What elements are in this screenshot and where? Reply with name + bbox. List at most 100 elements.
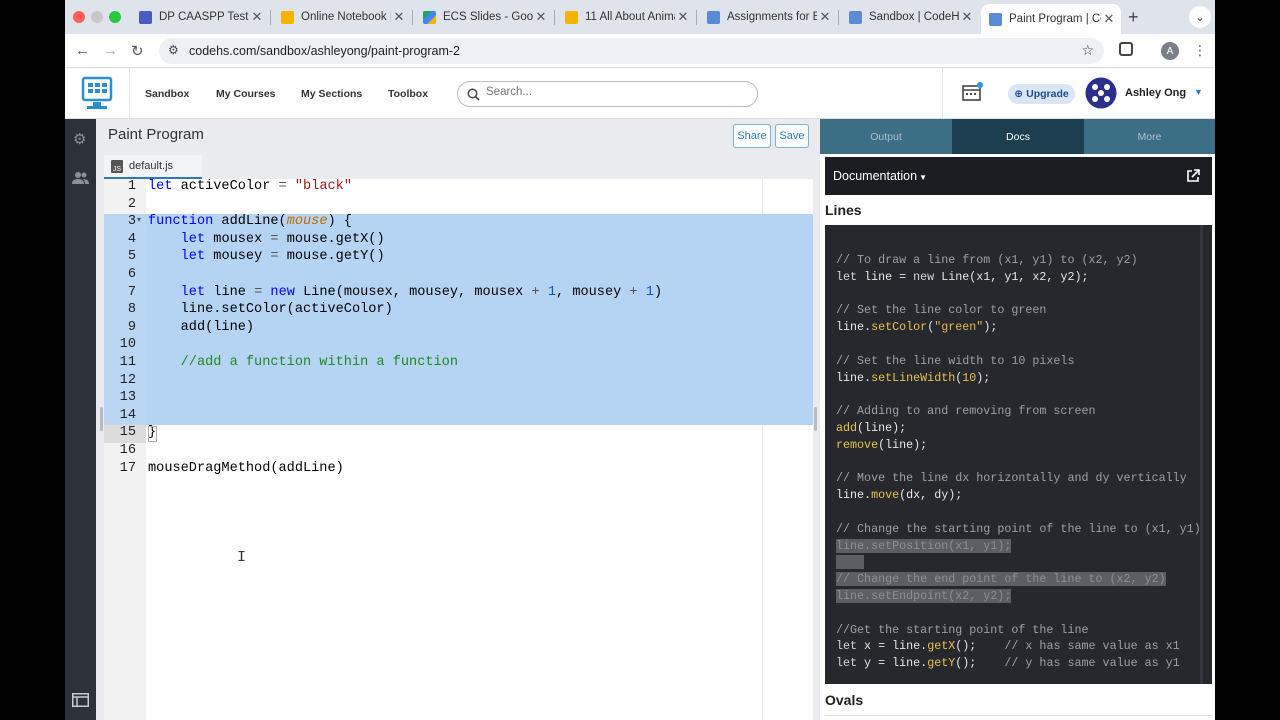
browser-tab[interactable]: DP CAASPP Testin ✕: [131, 5, 269, 29]
forward-arrow-icon[interactable]: →: [103, 42, 118, 59]
tab-divider: [554, 10, 555, 25]
tab-search-chevron-icon[interactable]: ⌄: [1189, 6, 1211, 28]
code-line: add(line): [148, 319, 255, 335]
right-panel: Output Docs More Documentation ▼ Lines //…: [820, 119, 1215, 720]
address-toolbar: ← → ↻ ⚙ codehs.com/sandbox/ashleyong/pai…: [65, 34, 1215, 68]
snippet-line: //Get the starting point of the line: [836, 622, 1089, 637]
line-number: 10: [119, 337, 136, 353]
tab-favicon-icon: [989, 12, 1002, 26]
tab-title: Online Notebook |: [301, 11, 391, 23]
browser-tab[interactable]: Sandbox | CodeHS ✕: [841, 5, 979, 29]
tab-docs[interactable]: Docs: [952, 119, 1084, 154]
external-link-icon[interactable]: [1186, 169, 1200, 183]
line-number: 11: [119, 355, 136, 370]
close-tab-icon[interactable]: ✕: [817, 9, 833, 25]
line-number: 9: [127, 319, 136, 335]
nav-my-sections[interactable]: My Sections: [301, 88, 362, 100]
snippet-line: // Adding to and removing from screen: [836, 404, 1096, 419]
snippet-line: let y = line.getY(); // y has same value…: [836, 656, 1180, 671]
site-settings-icon[interactable]: ⚙: [168, 43, 179, 57]
dropdown-caret-icon: ▼: [919, 173, 927, 182]
snippet-line: add(line);: [836, 421, 907, 435]
search-box[interactable]: [457, 81, 758, 107]
tab-favicon-icon: [707, 10, 720, 24]
close-window-dot[interactable]: [73, 11, 85, 23]
browser-tab-active[interactable]: Paint Program | Co ✕: [981, 4, 1121, 34]
editor-panel: Paint Program Share Save JS default.js ▾…: [96, 119, 820, 720]
close-tab-icon[interactable]: ✕: [959, 9, 975, 25]
line-number: 5: [127, 249, 136, 265]
line-number: 6: [127, 267, 136, 282]
tab-divider: [270, 10, 271, 25]
tab-favicon-icon: [139, 10, 152, 24]
browser-tab[interactable]: 11 All About Anima ✕: [557, 5, 695, 29]
browser-tab[interactable]: ECS Slides - Goog ✕: [415, 5, 553, 29]
reload-icon[interactable]: ↻: [131, 42, 144, 60]
snippet-scrollbar[interactable]: [1200, 225, 1203, 684]
minimize-window-dot[interactable]: [91, 11, 103, 23]
browser-tab[interactable]: Online Notebook | ✕: [273, 5, 411, 29]
panel-resize-handle[interactable]: [814, 407, 817, 431]
editor-resize-handle[interactable]: [100, 407, 103, 431]
text-cursor-icon: I: [237, 549, 247, 566]
file-tab-default-js[interactable]: JS default.js: [104, 155, 202, 179]
user-menu-chevron-icon[interactable]: ▼: [1194, 87, 1203, 97]
new-tab-icon[interactable]: +: [1128, 7, 1139, 28]
close-tab-icon[interactable]: ✕: [391, 9, 407, 25]
back-arrow-icon[interactable]: ←: [75, 42, 90, 59]
program-title[interactable]: Paint Program: [108, 126, 204, 143]
snippet-line: line.setEndpoint(x2, y2);: [836, 589, 1012, 603]
nav-toolbox[interactable]: Toolbox: [388, 88, 428, 100]
tab-more[interactable]: More: [1084, 119, 1215, 154]
line-number: 15: [119, 425, 136, 441]
snippet-line: line.setLineWidth(10);: [836, 370, 991, 385]
snippet-line: // Set the line color to green: [836, 303, 1047, 318]
header-divider: [129, 68, 130, 119]
snippet-line: let line = new Line(x1, y1, x2, y2);: [836, 269, 1089, 284]
line-number: 17: [119, 460, 136, 476]
people-icon[interactable]: [72, 171, 89, 185]
bookmark-star-icon[interactable]: ☆: [1081, 42, 1094, 59]
line-number: 3: [127, 214, 136, 230]
snippet-line: [836, 555, 865, 570]
close-tab-icon[interactable]: ✕: [249, 9, 265, 25]
tab-divider: [696, 10, 697, 25]
sidebar-toggle-icon[interactable]: [72, 693, 89, 707]
calendar-icon[interactable]: [962, 82, 984, 102]
tab-favicon-icon: [849, 10, 862, 24]
profile-avatar[interactable]: A: [1161, 42, 1179, 60]
close-tab-icon[interactable]: ✕: [675, 9, 691, 25]
line-number: 13: [119, 390, 136, 406]
omnibox[interactable]: ⚙ codehs.com/sandbox/ashleyong/paint-pro…: [159, 38, 1104, 64]
left-rail: ⚙: [65, 119, 96, 720]
more-menu-icon[interactable]: ⋮: [1193, 42, 1207, 59]
js-file-icon: JS: [111, 159, 123, 173]
snippet-line: // Change the starting point of the line…: [836, 521, 1201, 536]
documentation-dropdown[interactable]: Documentation ▼: [833, 169, 927, 183]
nav-my-courses[interactable]: My Courses: [216, 88, 276, 100]
code-editor[interactable]: ▾ 1 2 3 4 5 6 7 8 9 10 11 12 13 14 15 16…: [104, 179, 813, 720]
code-line: let activeColor = "black": [148, 179, 352, 194]
tab-title: Sandbox | CodeHS: [869, 11, 959, 23]
close-tab-icon[interactable]: ✕: [1101, 11, 1117, 27]
tab-output[interactable]: Output: [820, 119, 952, 154]
bracket-match-highlight: [148, 426, 157, 442]
user-avatar[interactable]: [1085, 77, 1117, 109]
extensions-icon[interactable]: [1119, 42, 1133, 56]
settings-gear-icon[interactable]: ⚙: [73, 130, 86, 148]
save-button[interactable]: Save: [775, 124, 809, 148]
line-number: 2: [127, 196, 136, 212]
codehs-logo-icon[interactable]: [81, 76, 113, 110]
zoom-window-dot[interactable]: [109, 11, 121, 23]
fold-arrow-icon[interactable]: ▾: [137, 215, 141, 224]
snippet-line: let x = line.getX(); // x has same value…: [836, 639, 1180, 654]
share-button[interactable]: Share: [733, 124, 771, 148]
browser-tab[interactable]: Assignments for Ex ✕: [699, 5, 837, 29]
user-name[interactable]: Ashley Ong: [1125, 87, 1186, 99]
nav-sandbox[interactable]: Sandbox: [145, 88, 189, 100]
code-line: let mousey = mouse.getY(): [180, 249, 385, 265]
search-input[interactable]: [486, 86, 746, 98]
tab-title: ECS Slides - Goog: [443, 11, 533, 23]
close-tab-icon[interactable]: ✕: [533, 9, 549, 25]
upgrade-button[interactable]: ⊕ Upgrade: [1008, 84, 1075, 104]
